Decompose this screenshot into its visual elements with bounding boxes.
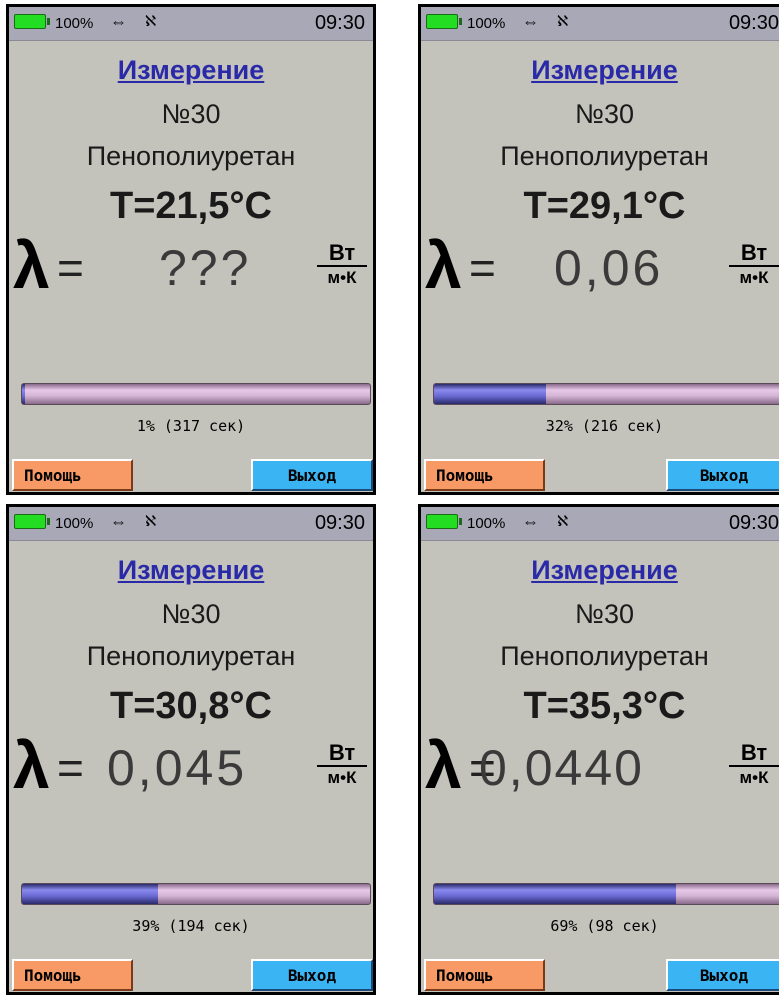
battery-icon	[14, 14, 50, 29]
unit-numerator: Вт	[317, 741, 367, 767]
lambda-symbol: λ	[425, 228, 462, 302]
equals-sign: =	[57, 242, 84, 294]
progress-text: 32% (216 сек)	[545, 417, 664, 435]
usb-icon: ⇔	[522, 512, 539, 531]
help-button[interactable]: Помощь	[424, 459, 545, 491]
progress-bar	[21, 883, 371, 905]
lambda-symbol: λ	[425, 728, 462, 802]
page-title: Измерение	[531, 555, 678, 585]
progress-text: 69% (98 сек)	[550, 917, 659, 935]
lambda-value: 0,045	[107, 740, 248, 796]
progress-fill	[22, 884, 158, 904]
lambda-value: 0,06	[554, 240, 664, 296]
bluetooth-icon: ℵ	[557, 513, 569, 530]
exit-button[interactable]: Выход	[251, 459, 373, 491]
exit-button[interactable]: Выход	[666, 459, 779, 491]
device-screen: 100% ⇔ ℵ 09:30 Измерение №30 Пенополиуре…	[6, 504, 376, 995]
progress-bar	[433, 883, 779, 905]
lambda-value: 0,0440	[479, 740, 644, 796]
unit-fraction: Вт м•К	[317, 741, 367, 789]
usb-icon: ⇔	[522, 12, 539, 31]
temperature-readout: T=35,3°C	[523, 685, 686, 727]
battery-level: 100%	[467, 515, 506, 532]
unit-fraction: Вт м•К	[729, 241, 779, 289]
progress-fill	[434, 884, 676, 904]
lambda-symbol: λ	[13, 728, 50, 802]
help-button[interactable]: Помощь	[12, 959, 133, 991]
unit-numerator: Вт	[729, 741, 779, 767]
unit-denominator: м•К	[327, 268, 357, 287]
status-bar: 100% ⇔ ℵ 09:30	[421, 507, 779, 541]
device-screen: 100% ⇔ ℵ 09:30 Измерение №30 Пенополиуре…	[418, 504, 779, 995]
help-button[interactable]: Помощь	[424, 959, 545, 991]
material-name: Пенополиуретан	[86, 641, 296, 671]
material-name: Пенополиуретан	[500, 141, 709, 171]
battery-level: 100%	[467, 15, 506, 32]
page-title: Измерение	[117, 55, 265, 85]
bluetooth-icon: ℵ	[145, 513, 157, 530]
bluetooth-icon: ℵ	[145, 13, 157, 30]
measurement-number: №30	[575, 599, 634, 629]
unit-fraction: Вт м•К	[317, 241, 367, 289]
usb-icon: ⇔	[110, 12, 127, 31]
measurement-number: №30	[161, 99, 221, 129]
measurement-number: №30	[161, 599, 221, 629]
page-title: Измерение	[117, 555, 265, 585]
clock: 09:30	[314, 512, 365, 534]
temperature-readout: T=21,5°C	[109, 185, 272, 227]
exit-button[interactable]: Выход	[666, 959, 779, 991]
unit-numerator: Вт	[729, 241, 779, 267]
device-screen: 100% ⇔ ℵ 09:30 Измерение №30 Пенополиуре…	[418, 4, 779, 495]
unit-numerator: Вт	[317, 241, 367, 267]
battery-icon	[426, 14, 462, 29]
clock: 09:30	[314, 12, 365, 34]
usb-icon: ⇔	[110, 512, 127, 531]
lambda-value: ???	[159, 240, 252, 296]
exit-button[interactable]: Выход	[251, 959, 373, 991]
battery-icon	[14, 514, 50, 529]
unit-fraction: Вт м•К	[729, 741, 779, 789]
measurement-number: №30	[575, 99, 634, 129]
battery-level: 100%	[55, 15, 94, 32]
page-title: Измерение	[531, 55, 678, 85]
battery-level: 100%	[55, 515, 94, 532]
progress-bar	[433, 383, 779, 405]
material-name: Пенополиуретан	[86, 141, 296, 171]
progress-text: 39% (194 сек)	[132, 917, 250, 935]
progress-text: 1% (317 сек)	[136, 417, 246, 435]
equals-sign: =	[469, 242, 496, 294]
bluetooth-icon: ℵ	[557, 13, 569, 30]
temperature-readout: T=29,1°C	[523, 185, 686, 227]
lambda-symbol: λ	[13, 228, 50, 302]
battery-icon	[426, 514, 462, 529]
help-button[interactable]: Помощь	[12, 459, 133, 491]
unit-denominator: м•К	[327, 768, 357, 787]
unit-denominator: м•К	[739, 768, 769, 787]
temperature-readout: T=30,8°C	[109, 685, 272, 727]
progress-fill	[434, 384, 546, 404]
status-bar: 100% ⇔ ℵ 09:30	[9, 7, 373, 41]
clock: 09:30	[728, 512, 779, 534]
unit-denominator: м•К	[739, 268, 769, 287]
progress-bar	[21, 383, 371, 405]
clock: 09:30	[728, 12, 779, 34]
status-bar: 100% ⇔ ℵ 09:30	[421, 7, 779, 41]
material-name: Пенополиуретан	[500, 641, 709, 671]
equals-sign: =	[57, 742, 84, 794]
progress-fill	[22, 384, 26, 404]
status-bar: 100% ⇔ ℵ 09:30	[9, 507, 373, 541]
device-screen: 100% ⇔ ℵ 09:30 Измерение №30 Пенополиуре…	[6, 4, 376, 495]
